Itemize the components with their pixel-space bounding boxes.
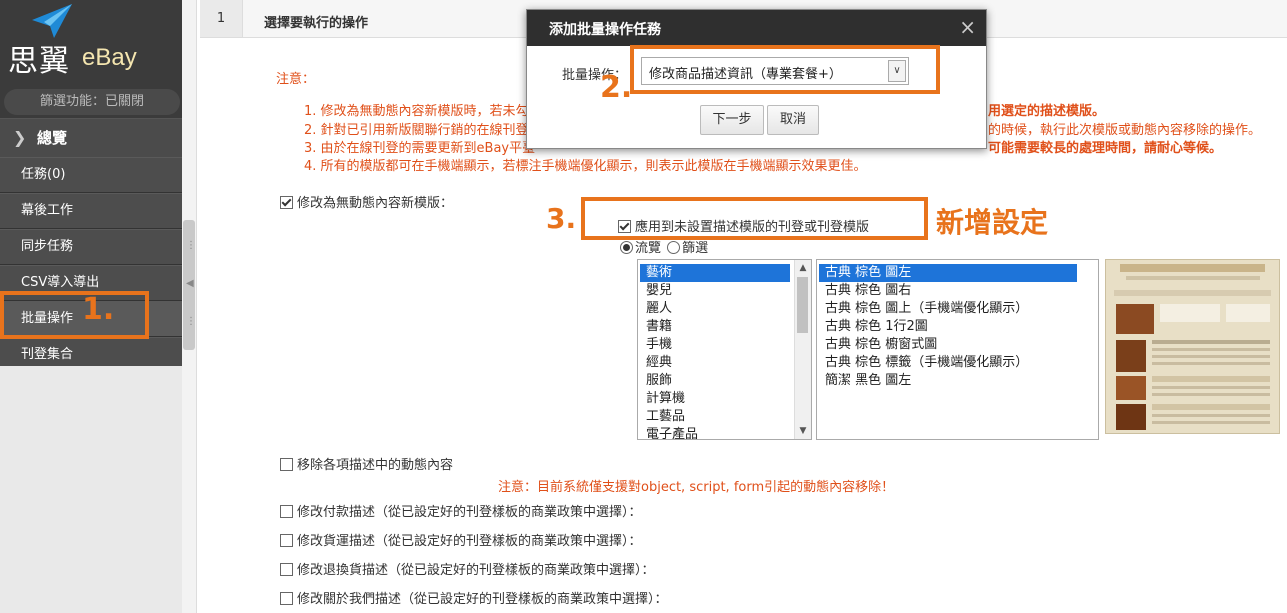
note-line-3: 3. 由於在線刊登的需要更新到eBay平臺 [304,141,536,156]
radio-filter[interactable] [667,241,681,254]
list-item[interactable]: 工藝品 [640,408,790,426]
template-preview [1105,259,1280,434]
sidebar-empty [0,366,182,613]
callout-box-3 [581,197,928,240]
scroll-up-icon[interactable]: ▲ [795,260,811,276]
option-payment-label: 修改付款描述（從已設定好的刊登樣板的商業政策中選擇）： [297,505,642,520]
dialog-title: 添加批量操作任務 [549,22,661,38]
sidebar-item-background-jobs[interactable]: 幕後工作 [0,193,182,229]
logo: 思翼 eBay [0,0,182,90]
list-item[interactable]: 古典 棕色 圖右 [819,282,1077,300]
callout-number-2: 2. [600,70,633,105]
list-item[interactable]: 簡潔 黑色 圖左 [819,372,1077,390]
step-title: 選擇要執行的操作 [264,16,369,31]
option-about-label: 修改關於我們描述（從已設定好的刊登樣板的商業政策中選擇）： [297,592,668,607]
checkbox-about[interactable] [280,592,293,605]
list-item[interactable]: 麗人 [640,300,790,318]
option-new-template[interactable]: 修改為無動態內容新模版： [280,192,453,211]
logo-text: 思翼 [8,44,70,79]
option-remove-dynamic[interactable]: 移除各項描述中的動態內容 [280,454,453,473]
callout-number-1: 1. [82,292,115,327]
template-preview-image [1106,260,1279,433]
list-item[interactable]: 服飾 [640,372,790,390]
list-item[interactable]: 嬰兒 [640,282,790,300]
chevron-right-icon: ❯ [13,128,27,147]
list-item[interactable]: 書籍 [640,318,790,336]
option-about[interactable]: 修改關於我們描述（從已設定好的刊登樣板的商業政策中選擇）： [280,588,668,607]
list-item[interactable]: 古典 棕色 1行2圖 [819,318,1077,336]
sidebar-toggle[interactable]: ⋮ ◀ ⋮ [183,220,196,350]
list-item[interactable]: 古典 棕色 櫥窗式圖 [819,336,1077,354]
note-line-2: 2. 針對已引用新版關聯行銷的在線刊登 [304,123,529,138]
template-listbox[interactable]: 古典 棕色 圖左 古典 棕色 圖右 古典 棕色 圖上（手機端優化顯示） 古典 棕… [816,259,1099,440]
dialog-header: 添加批量操作任務 × [527,10,986,46]
radio-filter-label: 篩選 [682,241,709,256]
logo-brand: eBay [82,44,137,71]
list-item[interactable]: 計算機 [640,390,790,408]
close-icon[interactable]: × [959,15,976,39]
radio-browse-label: 流覽 [635,241,662,256]
paper-plane-icon [32,4,72,38]
list-item[interactable]: 古典 棕色 圖上（手機端優化顯示） [819,300,1077,318]
option-payment[interactable]: 修改付款描述（從已設定好的刊登樣板的商業政策中選擇）： [280,501,642,520]
category-listbox[interactable]: 藝術 嬰兒 麗人 書籍 手機 經典 服飾 計算機 工藝品 電子產品 ▲ ▼ [637,259,812,440]
overview-label: 總覽 [37,129,68,147]
note-line-1: 1. 修改為無動態內容新模版時，若未勾 [304,104,529,119]
option-return-label: 修改退換貨描述（從已設定好的刊登樣板的商業政策中選擇）： [297,563,655,578]
sidebar-nav: 任務(0) 幕後工作 同步任務 CSV導入導出 批量操作 刊登集合 [0,157,182,373]
note-line-3-end: 可能需要較長的處理時間，請耐心等候。 [988,141,1223,156]
sidebar-item-tasks[interactable]: 任務(0) [0,157,182,193]
filter-status[interactable]: 篩選功能：已關閉 [4,89,180,115]
option-return[interactable]: 修改退換貨描述（從已設定好的刊登樣板的商業政策中選擇）： [280,559,655,578]
checkbox-new-template[interactable] [280,196,293,209]
next-button[interactable]: 下一步 [700,105,764,135]
list-item[interactable]: 古典 棕色 標籤（手機端優化顯示） [819,354,1077,372]
callout-box-1 [0,291,149,339]
category-scrollbar[interactable]: ▲ ▼ [794,260,811,439]
note-line-4: 4. 所有的模版都可在手機端顯示，若標注手機端優化顯示，則表示此模版在手機端顯示… [304,159,867,174]
list-item[interactable]: 電子產品 [640,426,790,439]
list-item[interactable]: 經典 [640,354,790,372]
scroll-down-icon[interactable]: ▼ [795,423,811,439]
step-number: 1 [200,0,243,37]
option-shipping-label: 修改貨運描述（從已設定好的刊登樣板的商業政策中選擇）： [297,534,642,549]
option-remove-dynamic-label: 移除各項描述中的動態內容 [297,458,454,473]
checkbox-payment[interactable] [280,505,293,518]
callout-box-2 [630,45,940,94]
grip-icon: ⋮ [186,240,196,251]
note-line-2-end: 的時候，執行此次模版或動態內容移除的操作。 [988,123,1262,138]
scroll-thumb[interactable] [797,277,808,333]
warning-text: 注意：目前系統僅支援對object, script, form引起的動態內容移除… [498,480,895,495]
note-heading: 注意： [276,72,316,87]
option-shipping[interactable]: 修改貨運描述（從已設定好的刊登樣板的商業政策中選擇）： [280,530,642,549]
radio-browse[interactable] [620,241,633,254]
sidebar-overview[interactable]: ❯ 總覽 [0,118,182,158]
option-new-template-label: 修改為無動態內容新模版： [297,196,454,211]
cancel-button[interactable]: 取消 [767,105,819,135]
list-item[interactable]: 手機 [640,336,790,354]
list-item[interactable]: 藝術 [640,264,790,282]
sidebar-item-sync-tasks[interactable]: 同步任務 [0,229,182,265]
checkbox-shipping[interactable] [280,534,293,547]
callout-number-3: 3. [546,202,577,235]
checkbox-return[interactable] [280,563,293,576]
note-line-1-end: 用選定的描述模版。 [988,104,1106,119]
new-setting-label: 新增設定 [936,206,1049,239]
grip-icon: ⋮ [186,316,196,327]
list-item[interactable]: 古典 棕色 圖左 [819,264,1077,282]
checkbox-remove-dynamic[interactable] [280,458,293,471]
collapse-arrow-icon: ◀ [186,278,194,289]
